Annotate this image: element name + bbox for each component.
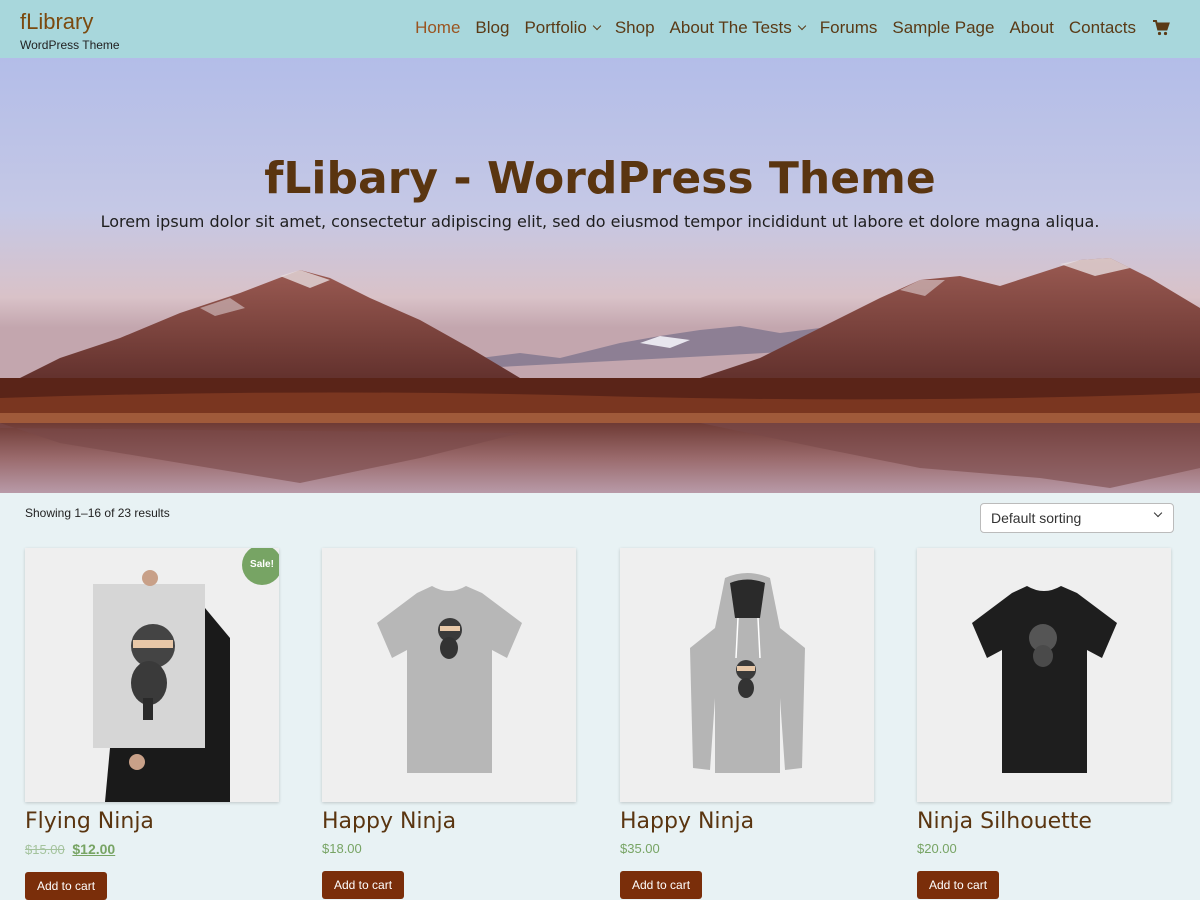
site-description: WordPress Theme xyxy=(20,38,120,52)
product-price: $20.00 xyxy=(917,840,1171,858)
nav-sample-page[interactable]: Sample Page xyxy=(892,14,994,42)
nav-blog-label: Blog xyxy=(475,18,510,37)
product-card: Sale! Flying Ninja $15.00 $12.00 Add to … xyxy=(25,548,279,900)
add-to-cart-button[interactable]: Add to cart xyxy=(917,871,1000,899)
add-to-cart-button[interactable]: Add to cart xyxy=(25,872,108,900)
nav-about-the-tests[interactable]: About The Tests xyxy=(669,14,807,42)
sale-price: $12.00 xyxy=(72,841,116,857)
chevron-down-icon xyxy=(592,21,602,31)
add-to-cart-button[interactable]: Add to cart xyxy=(620,871,703,899)
nav-forums[interactable]: Forums xyxy=(820,14,878,42)
nav-forums-label: Forums xyxy=(819,18,878,37)
nav-sample-page-label: Sample Page xyxy=(892,18,995,37)
hero-banner: fLibary - WordPress Theme Lorem ipsum do… xyxy=(0,58,1200,493)
product-image[interactable] xyxy=(620,548,874,802)
nav-contacts-label: Contacts xyxy=(1068,18,1136,37)
regular-price: $35.00 xyxy=(620,841,660,856)
nav-about-the-tests-label: About The Tests xyxy=(669,18,792,37)
shopping-cart-icon[interactable] xyxy=(1152,19,1170,37)
site-branding: fLibrary WordPress Theme xyxy=(20,8,120,52)
add-to-cart-button[interactable]: Add to cart xyxy=(322,871,405,899)
regular-price: $18.00 xyxy=(322,841,362,856)
sale-badge: Sale! xyxy=(242,548,279,585)
hero-subtitle: Lorem ipsum dolor sit amet, consectetur … xyxy=(100,212,1100,231)
ninja-poster-image xyxy=(25,548,279,802)
result-count: Showing 1–16 of 23 results xyxy=(25,506,170,520)
main-navigation: Home Blog Portfolio Shop About The Tests… xyxy=(400,14,1170,42)
product-card: Happy Ninja $35.00 Add to cart xyxy=(620,548,874,899)
nav-home[interactable]: Home xyxy=(415,14,460,42)
product-title[interactable]: Happy Ninja xyxy=(322,808,576,836)
chevron-down-icon xyxy=(1153,508,1163,518)
nav-shop[interactable]: Shop xyxy=(615,14,655,42)
site-header: fLibrary WordPress Theme Home Blog Portf… xyxy=(0,0,1200,58)
nav-contacts[interactable]: Contacts xyxy=(1069,14,1136,42)
product-image[interactable]: Sale! xyxy=(25,548,279,802)
nav-about-label: About xyxy=(1009,18,1054,37)
product-card: Ninja Silhouette $20.00 Add to cart xyxy=(917,548,1171,899)
product-price: $15.00 $12.00 xyxy=(25,840,279,859)
old-price: $15.00 xyxy=(25,842,65,857)
nav-blog[interactable]: Blog xyxy=(475,14,509,42)
chevron-down-icon xyxy=(797,21,807,31)
nav-portfolio-label: Portfolio xyxy=(524,18,587,37)
regular-price: $20.00 xyxy=(917,841,957,856)
product-price: $18.00 xyxy=(322,840,576,858)
product-title[interactable]: Ninja Silhouette xyxy=(917,808,1171,836)
product-image[interactable] xyxy=(917,548,1171,802)
nav-about[interactable]: About xyxy=(1009,14,1053,42)
nav-portfolio[interactable]: Portfolio xyxy=(524,14,602,42)
product-price: $35.00 xyxy=(620,840,874,858)
nav-shop-label: Shop xyxy=(614,18,655,37)
site-title[interactable]: fLibrary xyxy=(20,8,120,36)
sort-select-value: Default sorting xyxy=(991,510,1082,526)
hero-title: fLibary - WordPress Theme xyxy=(264,153,936,204)
grey-hoodie-image xyxy=(620,548,874,802)
product-image[interactable] xyxy=(322,548,576,802)
product-title[interactable]: Happy Ninja xyxy=(620,808,874,836)
black-tshirt-image xyxy=(917,548,1171,802)
mountain-landscape-image xyxy=(0,258,1200,493)
nav-home-label: Home xyxy=(415,18,461,37)
sort-select[interactable]: Default sorting xyxy=(980,503,1174,533)
product-title[interactable]: Flying Ninja xyxy=(25,808,279,836)
grey-tshirt-image xyxy=(322,548,576,802)
product-card: Happy Ninja $18.00 Add to cart xyxy=(322,548,576,899)
